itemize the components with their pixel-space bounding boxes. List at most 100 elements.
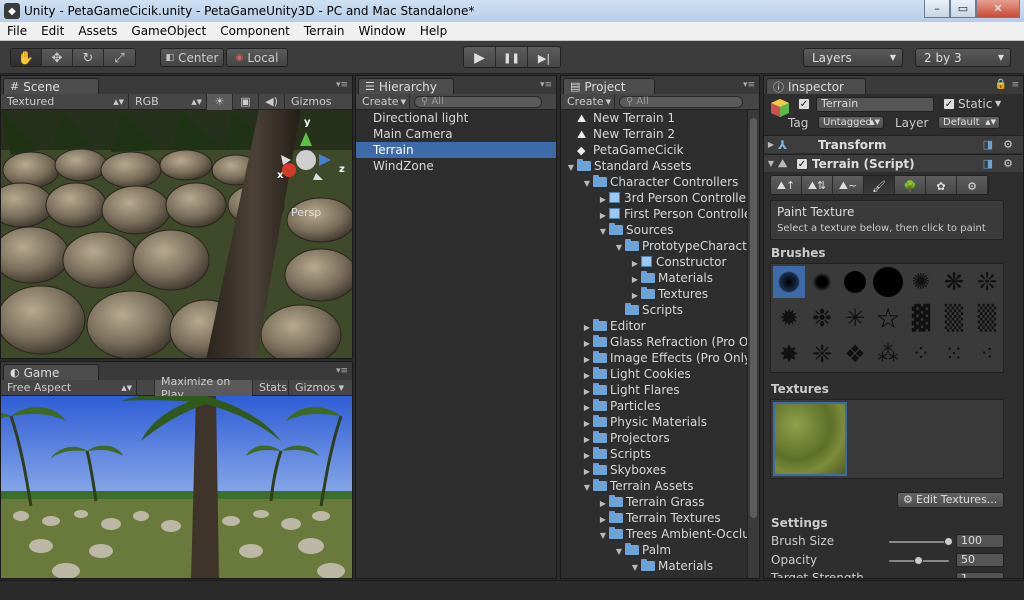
opacity-slider-knob[interactable]: [914, 556, 923, 565]
scene-gizmos-dropdown[interactable]: Gizmos: [285, 94, 335, 110]
scale-tool-icon[interactable]: ⤢: [104, 49, 135, 66]
project-item[interactable]: ⛰ New Terrain 1: [561, 110, 747, 126]
project-item[interactable]: ▼PrototypeCharacter: [561, 238, 747, 254]
brush-star[interactable]: ☆: [872, 302, 904, 335]
project-item[interactable]: ▶ Terrain Grass: [561, 494, 747, 510]
pivot-center-button[interactable]: ◧ Center: [160, 48, 224, 67]
project-item[interactable]: ▶ Textures: [561, 286, 747, 302]
brush-rough-a[interactable]: ✹: [773, 302, 805, 334]
brush-grass-a[interactable]: ▓: [905, 302, 937, 334]
tab-hierarchy[interactable]: ☰ Hierarchy: [358, 78, 454, 94]
menu-terrain[interactable]: Terrain: [297, 24, 352, 38]
project-item[interactable]: ▶ Particles: [561, 398, 747, 414]
project-item[interactable]: ▶ Terrain Textures: [561, 510, 747, 526]
brush-star-burst[interactable]: ✳: [839, 302, 871, 334]
brush-noise-a[interactable]: ❋: [938, 266, 970, 298]
project-item[interactable]: Scripts: [561, 302, 747, 318]
color-mode-dropdown[interactable]: RGB ▲▼: [129, 93, 207, 110]
project-item[interactable]: ▼ Standard Assets: [561, 158, 747, 174]
project-search-input[interactable]: ⚲ All: [619, 95, 743, 108]
hand-tool-icon[interactable]: ✋: [11, 49, 42, 66]
menu-help[interactable]: Help: [413, 24, 454, 38]
lock-icon[interactable]: 🔒: [995, 79, 1007, 90]
panel-menu-icon[interactable]: ▾≡: [540, 80, 552, 90]
hierarchy-item-main-camera[interactable]: Main Camera: [356, 126, 556, 142]
play-button[interactable]: ▶: [464, 47, 496, 67]
brush-rough-b[interactable]: ❉: [806, 302, 838, 334]
project-item[interactable]: ▶ Image Effects (Pro Only): [561, 350, 747, 366]
brush-specks-a[interactable]: ⁘: [905, 338, 937, 370]
place-trees-icon[interactable]: 🌳: [895, 176, 926, 194]
panel-menu-icon[interactable]: ▾≡: [336, 366, 348, 376]
project-item[interactable]: ▶ Constructor: [561, 254, 747, 270]
rotate-tool-icon[interactable]: ↻: [73, 49, 104, 66]
paint-texture-icon[interactable]: 🖌: [864, 176, 895, 194]
project-item[interactable]: ▼Trees Ambient-Occlusion: [561, 526, 747, 542]
layer-dropdown[interactable]: Default ▲▼: [938, 116, 1000, 129]
gear-icon[interactable]: ⚙: [1003, 157, 1013, 170]
brush-size-slider-knob[interactable]: [944, 537, 953, 546]
game-viewport[interactable]: [1, 396, 352, 578]
project-create-dropdown[interactable]: Create ▼: [561, 93, 615, 110]
persp-label[interactable]: Persp: [291, 206, 321, 219]
tab-inspector[interactable]: ⓘ Inspector: [766, 78, 866, 94]
step-button[interactable]: ▶|: [528, 47, 560, 67]
brush-blot-c[interactable]: ❖: [839, 338, 871, 370]
paint-height-icon[interactable]: ⛰⇅: [802, 176, 833, 194]
menu-file[interactable]: File: [0, 24, 34, 38]
terrain-enabled-checkbox[interactable]: ✓: [796, 157, 808, 170]
chevron-down-icon[interactable]: ▼: [995, 99, 1001, 108]
project-item[interactable]: ▼ Palm: [561, 542, 747, 558]
project-item[interactable]: ▶ Materials: [561, 270, 747, 286]
paint-details-icon[interactable]: ✿: [926, 176, 957, 194]
project-item[interactable]: ▶ 3rd Person Controller: [561, 190, 747, 206]
project-item[interactable]: ▶ Scripts: [561, 446, 747, 462]
brush-specks-b[interactable]: ⁙: [938, 338, 970, 370]
tab-scene[interactable]: # Scene: [3, 78, 99, 94]
project-item[interactable]: ▶ Editor: [561, 318, 747, 334]
scene-image-toggle[interactable]: ▣: [233, 93, 259, 110]
brush-medium-round[interactable]: [839, 266, 871, 298]
maximize-button[interactable]: ▭: [950, 0, 976, 18]
project-item[interactable]: ▶ Skyboxes: [561, 462, 747, 478]
target-strength-field[interactable]: 1: [956, 572, 1004, 578]
stats-toggle[interactable]: Stats: [253, 379, 289, 396]
game-gizmos-dropdown[interactable]: Gizmos ▼: [289, 380, 347, 396]
menu-assets[interactable]: Assets: [71, 24, 124, 38]
layout-dropdown[interactable]: 2 by 3 ▼: [915, 48, 1011, 67]
brush-specks-c[interactable]: ⁖: [971, 338, 1003, 370]
tag-dropdown[interactable]: Untagged ▲▼: [818, 116, 884, 129]
panel-menu-icon[interactable]: ▾≡: [743, 80, 755, 90]
project-scrollbar[interactable]: [747, 110, 759, 578]
hierarchy-item-windzone[interactable]: WindZone: [356, 158, 556, 174]
project-item[interactable]: ▶ Light Flares: [561, 382, 747, 398]
minimize-button[interactable]: –: [924, 0, 950, 18]
menu-window[interactable]: Window: [352, 24, 413, 38]
menu-component[interactable]: Component: [213, 24, 297, 38]
static-checkbox[interactable]: ✓: [943, 98, 955, 110]
scene-audio-toggle[interactable]: ◀): [259, 93, 285, 110]
project-item[interactable]: ▼ Materials: [561, 558, 747, 574]
brush-size-slider[interactable]: [889, 541, 949, 543]
project-item[interactable]: ▶ First Person Controller: [561, 206, 747, 222]
terrain-settings-icon[interactable]: ⚙: [957, 176, 988, 194]
project-item[interactable]: ▶ Physic Materials: [561, 414, 747, 430]
brush-size-field[interactable]: 100: [956, 534, 1004, 548]
scene-lighting-toggle[interactable]: ☀: [207, 93, 233, 110]
move-tool-icon[interactable]: ✥: [42, 49, 73, 66]
edit-textures-button[interactable]: ⚙ Edit Textures...: [897, 492, 1004, 508]
brush-grass-b[interactable]: ▒: [938, 302, 970, 334]
tab-project[interactable]: ▤ Project: [563, 78, 655, 94]
project-item[interactable]: ▼ Sources: [561, 222, 747, 238]
maximize-on-play-toggle[interactable]: Maximize on Play: [155, 375, 253, 401]
help-book-icon[interactable]: ◨: [983, 138, 993, 151]
aspect-dropdown[interactable]: Free Aspect ▲▼: [1, 379, 137, 396]
menu-gameobject[interactable]: GameObject: [124, 24, 213, 38]
brush-blot-a[interactable]: ✸: [773, 338, 805, 370]
brush-soft-round[interactable]: [773, 266, 805, 298]
project-item[interactable]: ▶ Projectors: [561, 430, 747, 446]
help-book-icon[interactable]: ◨: [983, 157, 993, 170]
layers-dropdown[interactable]: Layers ▼: [803, 48, 903, 67]
tab-game[interactable]: ◐ Game: [3, 364, 99, 380]
grass-texture-thumbnail[interactable]: [773, 402, 847, 476]
